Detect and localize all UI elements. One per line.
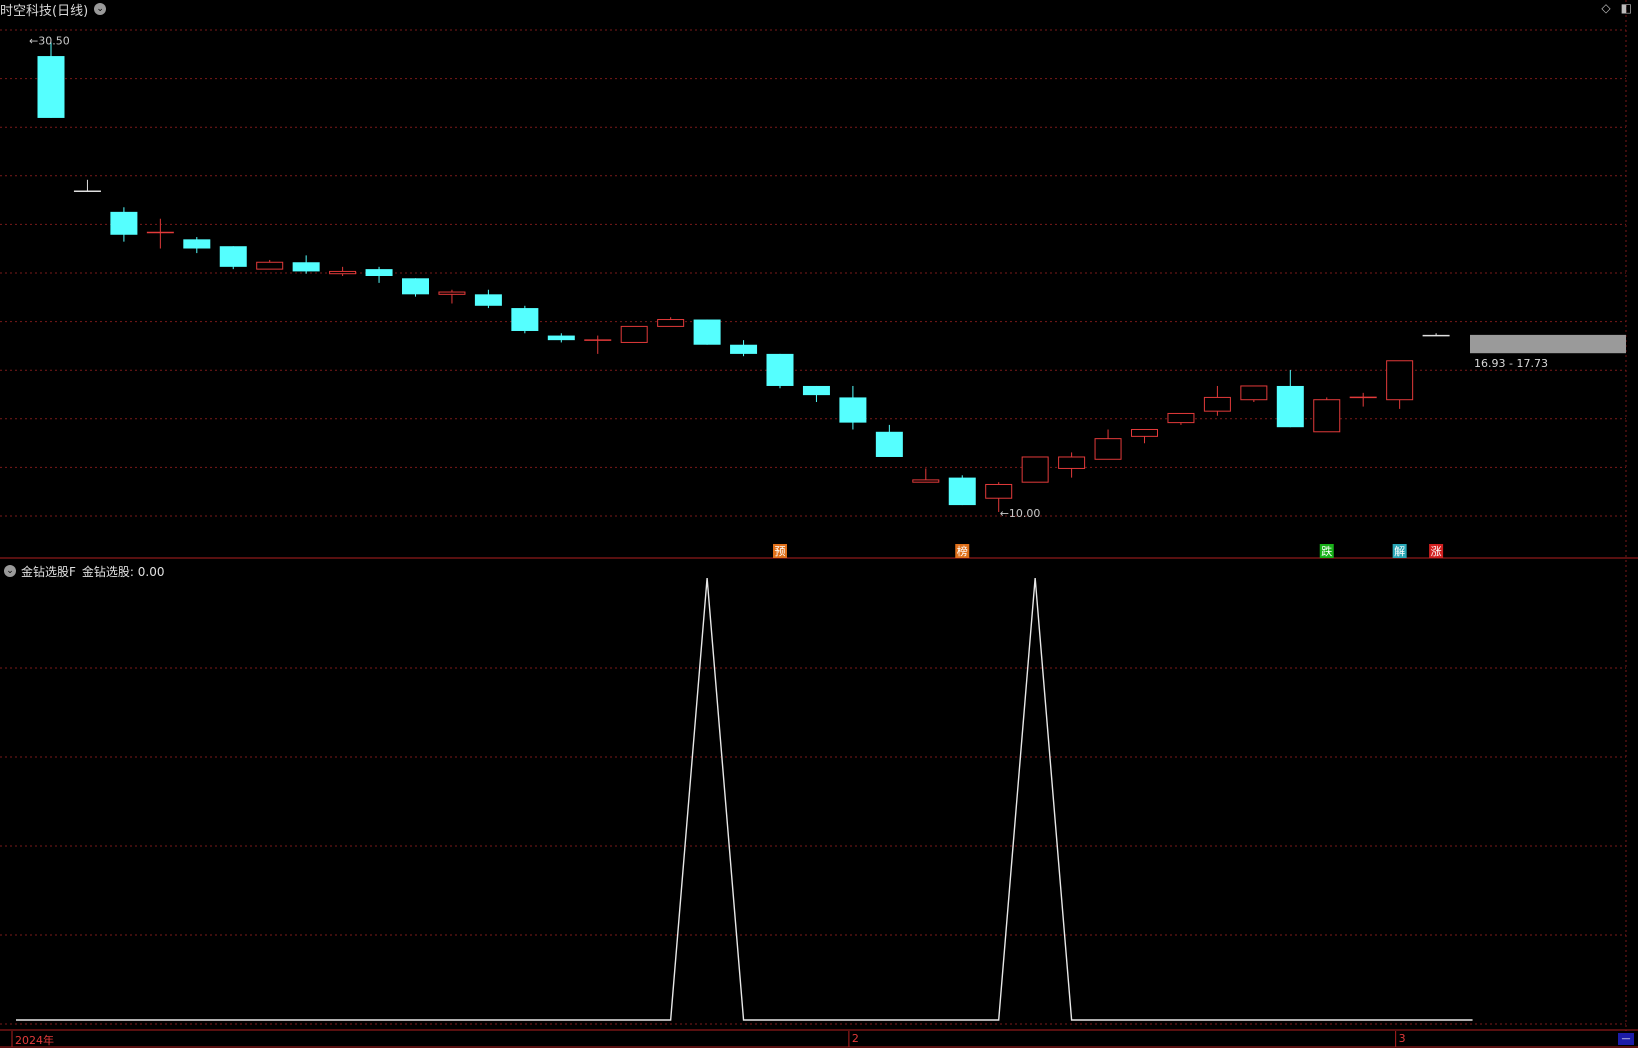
- event-marker-text: 解: [1394, 544, 1405, 558]
- event-marker-text: 涨: [1431, 545, 1442, 558]
- axis-label-month-2: 2: [851, 1032, 859, 1045]
- candle-body: [256, 261, 284, 270]
- time-axis: 2024年 2 3 —: [0, 1031, 1638, 1048]
- event-marker-text: 榜: [957, 544, 968, 558]
- candle-body: [948, 477, 976, 506]
- candle-body: [329, 270, 357, 275]
- top-right-icons: ◇ ◧: [1601, 1, 1632, 15]
- indicator-title-bar: ⌄ 金钻选股F 金钻选股: 0.00: [4, 562, 164, 580]
- indicator-panel[interactable]: ⌄ 金钻选股F 金钻选股: 0.00: [0, 560, 1638, 1031]
- candle-body: [730, 344, 758, 354]
- candlestick-chart[interactable]: ←30.50 ←10.00 16.93 - 17.73 预 榜 跌 解 涨: [0, 0, 1638, 560]
- candle-body: [292, 262, 320, 272]
- candle-body: [766, 353, 794, 386]
- scroll-end-marker[interactable]: —: [1618, 1033, 1634, 1045]
- candle-body: [875, 431, 903, 457]
- candle-body: [37, 56, 65, 118]
- axis-label-month-3: 3: [1398, 1032, 1406, 1045]
- candle-body: [1058, 456, 1086, 469]
- window-toggle-icon[interactable]: ◧: [1621, 1, 1632, 15]
- candle-body: [839, 397, 867, 423]
- candle-body: [1167, 412, 1195, 424]
- range-label: 16.93 - 17.73: [1474, 357, 1548, 370]
- chart-title-bar: 时空科技(日线) ⌄: [0, 0, 107, 19]
- candle-body: [438, 291, 466, 295]
- candle-body: [1203, 396, 1231, 412]
- candle-body: [985, 483, 1013, 499]
- event-marker-text: 跌: [1321, 544, 1332, 558]
- candle-body: [1240, 385, 1268, 401]
- price-range-band: [1470, 334, 1626, 354]
- low-price-label: ←10.00: [1000, 507, 1041, 520]
- axis-label-year: 2024年: [15, 1034, 54, 1047]
- candle-body: [219, 246, 247, 267]
- candle-body: [1386, 360, 1414, 401]
- candle-body: [183, 239, 211, 249]
- candle-body: [365, 269, 393, 276]
- candle-body: [547, 335, 575, 341]
- candle-body: [1094, 438, 1122, 460]
- event-marker-text: 预: [775, 545, 786, 558]
- candle-body: [1313, 399, 1341, 433]
- diamond-icon[interactable]: ◇: [1601, 1, 1610, 15]
- candle-body: [402, 278, 429, 295]
- candle-body: [620, 325, 648, 343]
- candle-body: [657, 319, 685, 327]
- candle-body: [511, 308, 539, 331]
- candle-body: [474, 294, 502, 306]
- candle-body: [1276, 385, 1304, 428]
- indicator-name[interactable]: 金钻选股F: [21, 563, 76, 580]
- candlestick-panel[interactable]: ←30.50 ←10.00 16.93 - 17.73 预 榜 跌 解 涨 时空科技(日线) …: [0, 0, 1638, 560]
- candle-body: [693, 319, 721, 345]
- candle-body: [1021, 456, 1049, 483]
- candle-body: [912, 479, 940, 483]
- candle-body: [110, 211, 138, 235]
- stock-title[interactable]: 时空科技(日线): [0, 0, 88, 19]
- chevron-down-icon[interactable]: ⌄: [94, 3, 107, 15]
- candle-body: [802, 385, 830, 396]
- indicator-chart[interactable]: [0, 560, 1638, 1031]
- candle-body: [1131, 428, 1158, 437]
- high-price-label: ←30.50: [29, 34, 70, 47]
- indicator-line: [16, 577, 1473, 1021]
- chevron-down-icon[interactable]: ⌄: [4, 565, 16, 577]
- indicator-value: 金钻选股: 0.00: [81, 564, 165, 579]
- time-axis-lines: [0, 1031, 1638, 1048]
